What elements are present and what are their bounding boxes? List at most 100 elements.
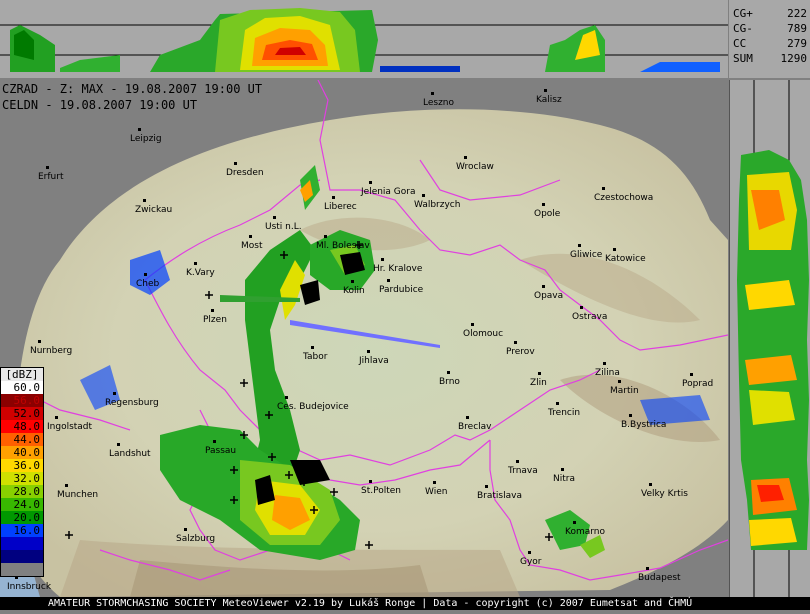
- city-label: K.Vary: [186, 268, 215, 278]
- city-marker: [46, 166, 49, 169]
- city-label: Ml. Boleslav: [316, 241, 370, 251]
- city-label: Opava: [534, 291, 564, 301]
- city-label: Regensburg: [105, 398, 159, 408]
- city-label: Martin: [610, 386, 639, 396]
- city-marker: [369, 480, 372, 483]
- legend-entry: 24.0: [0, 498, 44, 511]
- map-base: [0, 80, 728, 597]
- city-marker: [273, 216, 276, 219]
- city-marker: [332, 196, 335, 199]
- legend-entry: 32.0: [0, 472, 44, 485]
- city-label: Prerov: [506, 347, 535, 357]
- city-marker: [646, 567, 649, 570]
- city-label: Salzburg: [176, 534, 216, 544]
- city-marker: [234, 162, 237, 165]
- city-marker: [211, 309, 214, 312]
- city-label: Wien: [425, 487, 448, 497]
- city-marker: [602, 187, 605, 190]
- city-marker: [649, 483, 652, 486]
- lightning-product-line: CELDN - 19.08.2007 19:00 UT: [2, 98, 198, 112]
- city-label: Breclav: [458, 422, 492, 432]
- stat-value: 279: [787, 37, 807, 50]
- stat-cg-minus: CG- 789: [733, 22, 807, 35]
- city-marker: [542, 203, 545, 206]
- city-marker: [184, 528, 187, 531]
- city-marker: [351, 280, 354, 283]
- top-profile-chart: [0, 8, 728, 72]
- city-label: Ingolstadt: [47, 422, 93, 432]
- city-marker: [578, 244, 581, 247]
- city-label: Opole: [534, 209, 561, 219]
- city-label: Leszno: [423, 98, 455, 108]
- city-label: Munchen: [57, 490, 99, 500]
- city-label: Gyor: [520, 557, 542, 567]
- legend-entry: 28.0: [0, 485, 44, 498]
- city-marker: [65, 484, 68, 487]
- city-marker: [194, 262, 197, 265]
- city-label: Zlin: [530, 378, 547, 388]
- stat-value: 789: [787, 22, 807, 35]
- city-marker: [387, 279, 390, 282]
- city-marker: [466, 416, 469, 419]
- city-marker: [117, 443, 120, 446]
- city-label: Olomouc: [463, 329, 504, 339]
- city-label: Liberec: [324, 202, 357, 212]
- right-profile-chart: [728, 80, 809, 610]
- city-label: Jihlava: [359, 356, 389, 366]
- city-label: Czestochowa: [594, 193, 654, 203]
- legend-entry: 16.0: [0, 524, 44, 537]
- city-label: Trencin: [548, 408, 581, 418]
- city-marker: [324, 235, 327, 238]
- legend-entry: 60.0: [0, 381, 44, 394]
- city-label: Tabor: [303, 352, 328, 362]
- city-marker: [580, 306, 583, 309]
- stat-label: CG-: [733, 22, 753, 35]
- dbz-legend: [dBZ] 60.0 56.0 52.0 48.0 44.0 40.0 36.0 32.0 28…: [0, 367, 44, 577]
- city-marker: [422, 194, 425, 197]
- city-label: B.Bystrica: [621, 420, 667, 430]
- city-label: Zilina: [595, 368, 620, 378]
- city-label: Dresden: [226, 168, 264, 178]
- city-label: Walbrzych: [414, 200, 461, 210]
- legend-entry: 52.0: [0, 407, 44, 420]
- lightning-stats-panel: CG+ 222 CG- 789 CC 279 SUM 1290: [729, 0, 810, 78]
- city-label: Erfurt: [38, 172, 64, 182]
- stat-sum: SUM 1290: [733, 52, 807, 65]
- city-marker: [369, 181, 372, 184]
- city-label: Usti n.L.: [265, 222, 302, 232]
- legend-entry: 8.0: [0, 550, 44, 563]
- top-cross-section: [0, 0, 728, 78]
- city-marker: [556, 402, 559, 405]
- radar-map[interactable]: Leszno Kalisz Leipzig Dresden Wroclaw Erfurt J…: [0, 80, 728, 597]
- city-marker: [528, 551, 531, 554]
- city-label: Jelenia Gora: [361, 187, 416, 197]
- city-label: Zwickau: [135, 205, 173, 215]
- city-label: Brno: [439, 377, 460, 387]
- city-label: Komarno: [565, 527, 605, 537]
- legend-entry: 48.0: [0, 420, 44, 433]
- city-label: Cheb: [136, 279, 160, 289]
- legend-entry: 4.0: [0, 563, 44, 577]
- city-marker: [514, 341, 517, 344]
- city-marker: [544, 89, 547, 92]
- city-marker: [690, 373, 693, 376]
- city-marker: [629, 414, 632, 417]
- city-label: Velky Krtis: [641, 489, 688, 499]
- city-label: Passau: [205, 446, 237, 456]
- city-label: Landshut: [109, 449, 151, 459]
- footer-text: AMATEUR STORMCHASING SOCIETY MeteoViewer…: [48, 598, 693, 609]
- stat-cg-plus: CG+ 222: [733, 7, 807, 20]
- city-label: Budapest: [638, 573, 681, 583]
- legend-entry: 20.0: [0, 511, 44, 524]
- city-marker: [613, 248, 616, 251]
- city-marker: [561, 468, 564, 471]
- city-marker: [573, 521, 576, 524]
- city-marker: [538, 372, 541, 375]
- city-marker: [311, 346, 314, 349]
- city-label: Wroclaw: [456, 162, 494, 172]
- stat-label: CC: [733, 37, 747, 50]
- city-marker: [471, 323, 474, 326]
- city-marker: [143, 199, 146, 202]
- city-marker: [55, 416, 58, 419]
- city-marker: [603, 362, 606, 365]
